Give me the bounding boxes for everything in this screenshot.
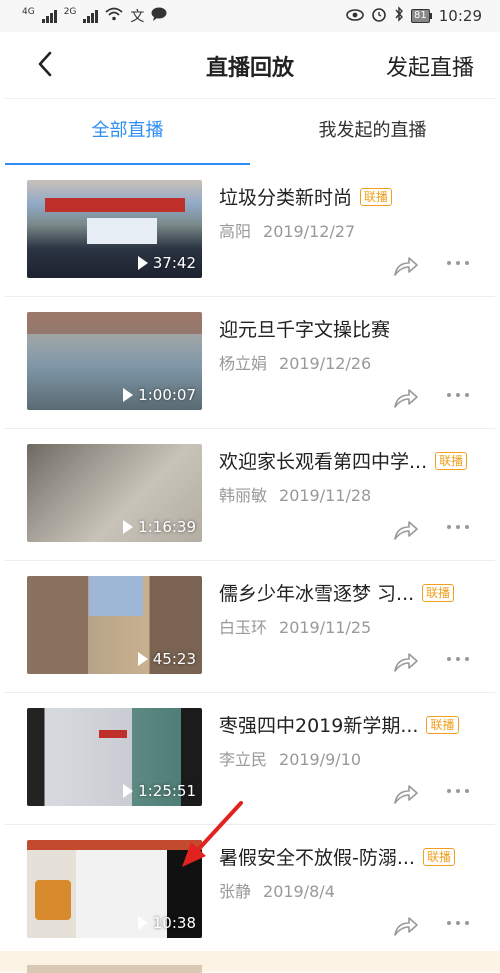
status-badge: 联播 bbox=[435, 451, 468, 470]
duration-label: 1:00:07 bbox=[123, 386, 196, 404]
bluetooth-icon bbox=[394, 6, 404, 26]
play-icon bbox=[137, 652, 148, 666]
item-date: 2019/8/4 bbox=[263, 882, 335, 901]
play-icon bbox=[123, 520, 134, 534]
clock-time: 10:29 bbox=[438, 7, 482, 25]
status-badge: 联播 bbox=[426, 715, 459, 734]
more-icon[interactable] bbox=[447, 921, 469, 925]
share-icon[interactable] bbox=[393, 255, 419, 277]
item-date: 2019/12/27 bbox=[263, 222, 356, 241]
list-item[interactable]: 1:00:07 迎元旦千字文操比赛 杨立娟 2019/12/26 bbox=[5, 297, 495, 429]
tab-bar: 全部直播 我发起的直播 bbox=[5, 98, 495, 166]
item-date: 2019/9/10 bbox=[279, 750, 362, 769]
nav-bar: 直播回放 发起直播 bbox=[0, 32, 500, 96]
duration-label: 45:23 bbox=[137, 650, 196, 668]
tab-my-live[interactable]: 我发起的直播 bbox=[250, 99, 495, 165]
item-author: 杨立娟 bbox=[219, 354, 268, 373]
duration-label: 37:42 bbox=[137, 254, 196, 272]
video-thumbnail[interactable]: 1:16:39 bbox=[27, 444, 202, 542]
list-item[interactable]: 1:16:39 欢迎家长观看第四中学... 联播 韩丽敏 2019/11/28 bbox=[5, 429, 495, 561]
list-item[interactable]: 45:23 儒乡少年冰雪逐梦 习... 联播 白玉环 2019/11/25 bbox=[5, 561, 495, 693]
item-date: 2019/12/26 bbox=[279, 354, 372, 373]
signal-icon bbox=[41, 9, 57, 23]
status-badge: 联播 bbox=[360, 187, 393, 206]
share-icon[interactable] bbox=[393, 783, 419, 805]
signal-label-1: 4G bbox=[22, 7, 35, 17]
item-author: 白玉环 bbox=[219, 618, 268, 637]
share-icon[interactable] bbox=[393, 651, 419, 673]
status-badge: 联播 bbox=[422, 847, 455, 866]
wifi-icon bbox=[105, 7, 123, 25]
translate-icon: 文 bbox=[130, 9, 145, 25]
video-thumbnail[interactable]: 1:00:07 bbox=[27, 312, 202, 410]
play-icon bbox=[137, 916, 148, 930]
duration-label: 1:16:39 bbox=[123, 518, 196, 536]
duration-label: 10:38 bbox=[137, 914, 196, 932]
signal-label-2: 2G bbox=[63, 7, 77, 17]
play-icon bbox=[123, 388, 134, 402]
list-item[interactable]: 1:25:51 枣强四中2019新学期... 联播 李立民 2019/9/10 bbox=[5, 693, 495, 825]
next-item-partial bbox=[0, 951, 500, 973]
more-icon[interactable] bbox=[447, 657, 469, 661]
item-author: 张静 bbox=[219, 882, 252, 901]
share-icon[interactable] bbox=[393, 519, 419, 541]
video-thumbnail[interactable]: 1:25:51 bbox=[27, 708, 202, 806]
signal-icon-2 bbox=[83, 9, 99, 23]
message-icon bbox=[151, 7, 167, 25]
share-icon[interactable] bbox=[393, 915, 419, 937]
item-title: 垃圾分类新时尚 bbox=[219, 187, 353, 209]
play-icon bbox=[137, 256, 148, 270]
item-author: 韩丽敏 bbox=[219, 486, 268, 505]
item-title: 儒乡少年冰雪逐梦 习... bbox=[219, 583, 415, 605]
battery-level: 81 bbox=[411, 9, 430, 23]
tab-all-live[interactable]: 全部直播 bbox=[5, 99, 250, 166]
item-date: 2019/11/28 bbox=[279, 486, 372, 505]
more-icon[interactable] bbox=[447, 525, 469, 529]
start-live-button[interactable]: 发起直播 bbox=[386, 50, 474, 82]
video-thumbnail[interactable]: 10:38 bbox=[27, 840, 202, 938]
list-item[interactable]: 10:38 暑假安全不放假-防溺... 联播 张静 2019/8/4 bbox=[5, 825, 495, 957]
list-item[interactable]: 37:42 垃圾分类新时尚 联播 高阳 2019/12/27 bbox=[5, 165, 495, 297]
more-icon[interactable] bbox=[447, 789, 469, 793]
status-bar: 4G 2G 文 81 10:29 bbox=[0, 0, 500, 32]
alarm-icon bbox=[371, 6, 387, 26]
replay-list: 37:42 垃圾分类新时尚 联播 高阳 2019/12/27 1:00:07 迎元… bbox=[5, 165, 495, 957]
item-title: 枣强四中2019新学期... bbox=[219, 715, 419, 737]
item-title: 迎元旦千字文操比赛 bbox=[219, 319, 391, 341]
duration-label: 1:25:51 bbox=[123, 782, 196, 800]
item-date: 2019/11/25 bbox=[279, 618, 372, 637]
play-icon bbox=[123, 784, 134, 798]
more-icon[interactable] bbox=[447, 261, 469, 265]
video-thumbnail[interactable]: 45:23 bbox=[27, 576, 202, 674]
item-author: 高阳 bbox=[219, 222, 252, 241]
share-icon[interactable] bbox=[393, 387, 419, 409]
status-badge: 联播 bbox=[422, 583, 455, 602]
more-icon[interactable] bbox=[447, 393, 469, 397]
item-title: 暑假安全不放假-防溺... bbox=[219, 847, 415, 869]
item-title: 欢迎家长观看第四中学... bbox=[219, 451, 428, 473]
eye-icon bbox=[346, 7, 364, 25]
battery-icon: 81 bbox=[411, 9, 432, 23]
video-thumbnail[interactable]: 37:42 bbox=[27, 180, 202, 278]
item-author: 李立民 bbox=[219, 750, 268, 769]
